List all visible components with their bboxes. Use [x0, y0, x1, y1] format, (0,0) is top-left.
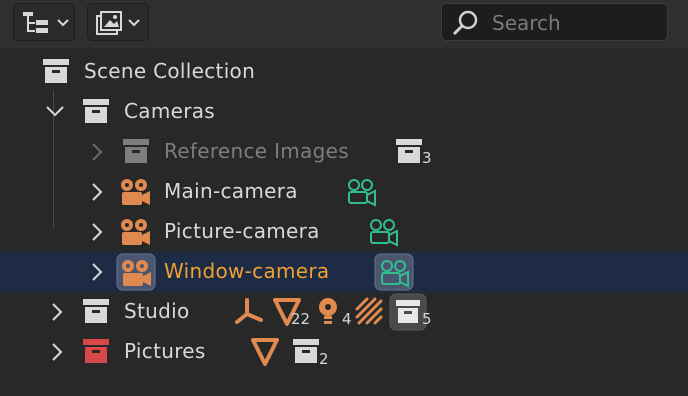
row-scene-collection[interactable]: Scene Collection — [0, 52, 688, 92]
chevron-right-icon[interactable] — [90, 222, 104, 242]
chevron-right-icon[interactable] — [90, 142, 104, 162]
camera-object-icon — [116, 253, 156, 291]
cameras-label: Cameras — [124, 99, 216, 123]
search-icon — [452, 10, 478, 36]
chevron-right-icon[interactable] — [90, 182, 104, 202]
row-reference-images[interactable]: Reference Images 3 — [0, 132, 688, 172]
chevron-down-icon[interactable] — [45, 104, 65, 120]
collection-icon — [43, 59, 69, 83]
camera-data-icon[interactable] — [367, 215, 401, 249]
search-placeholder: Search — [492, 11, 561, 35]
picture-camera-label: Picture-camera — [164, 219, 320, 243]
row-studio[interactable]: Studio 22 4 5 — [0, 292, 688, 332]
chevron-right-icon[interactable] — [50, 342, 64, 362]
reference-images-label: Reference Images — [164, 139, 349, 163]
pictures-label: Pictures — [124, 339, 206, 363]
outliner-header: Search — [0, 0, 688, 48]
child-collection-icon[interactable] — [394, 137, 424, 167]
row-window-camera[interactable]: Window-camera — [0, 252, 688, 292]
camera-object-icon — [121, 219, 150, 245]
main-camera-label: Main-camera — [164, 179, 298, 203]
particles-icon[interactable] — [353, 295, 385, 327]
studio-collections-count: 5 — [422, 310, 432, 328]
studio-meshes-count: 22 — [291, 310, 311, 328]
row-picture-camera[interactable]: Picture-camera — [0, 212, 688, 252]
filter-dropdown[interactable] — [87, 3, 149, 41]
chevron-right-icon[interactable] — [50, 302, 64, 322]
camera-object-icon — [121, 179, 150, 205]
camera-data-icon[interactable] — [345, 175, 379, 209]
outliner-tree-icon — [23, 12, 69, 33]
camera-data-icon[interactable] — [374, 253, 414, 291]
empty-axes-icon[interactable] — [233, 296, 265, 328]
collection-red-icon — [83, 339, 109, 363]
display-mode-dropdown[interactable] — [13, 3, 75, 41]
collection-icon — [123, 139, 149, 163]
studio-lights-count: 4 — [342, 310, 352, 328]
row-cameras[interactable]: Cameras — [0, 92, 688, 132]
row-pictures[interactable]: Pictures 2 — [0, 332, 688, 372]
child-collection-icon[interactable] — [291, 337, 321, 367]
chevron-right-icon[interactable] — [90, 262, 104, 282]
pictures-collections-count: 2 — [319, 350, 329, 368]
collection-icon — [83, 299, 109, 323]
search-field[interactable]: Search — [441, 3, 668, 41]
scene-collection-label: Scene Collection — [84, 59, 256, 83]
studio-label: Studio — [124, 299, 190, 323]
light-icon[interactable] — [315, 296, 343, 328]
row-main-camera[interactable]: Main-camera — [0, 172, 688, 212]
image-filter-icon — [96, 11, 140, 35]
reference-images-child-count: 3 — [422, 149, 432, 167]
mesh-icon[interactable] — [250, 336, 282, 368]
window-camera-label: Window-camera — [164, 259, 330, 283]
collection-icon — [83, 99, 109, 123]
